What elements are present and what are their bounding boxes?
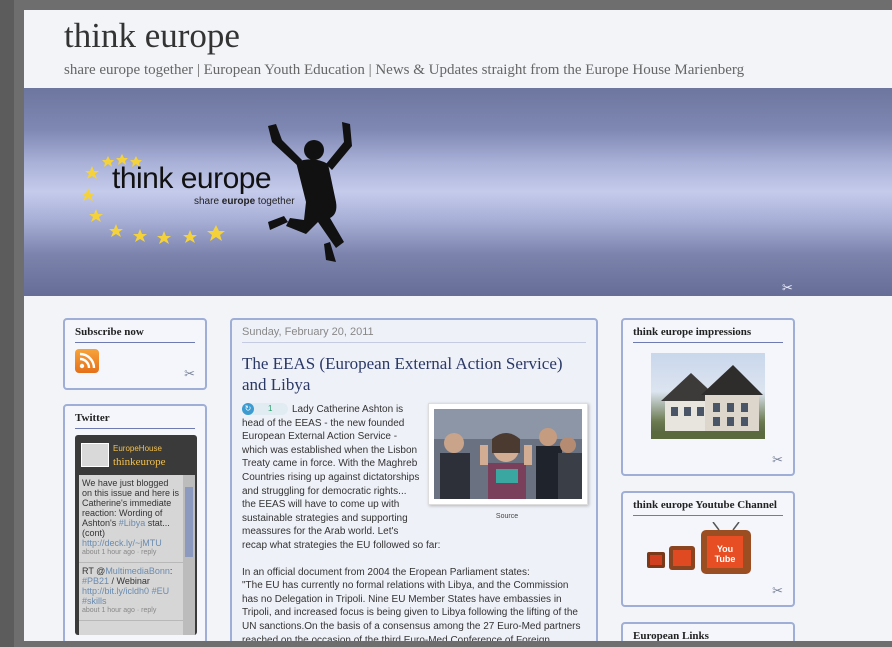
europe-house-photo[interactable] xyxy=(651,353,765,439)
links-widget-title: European Links xyxy=(633,630,783,641)
tweet-link[interactable]: http://deck.ly/~jMTU xyxy=(82,538,162,548)
twitter-avatar[interactable] xyxy=(81,443,109,467)
tweet-link[interactable]: http://bit.ly/icldh0 xyxy=(82,586,149,596)
blog-description: share europe together | European Youth E… xyxy=(64,62,745,78)
tweet-list: We have just blogged on this issue and h… xyxy=(79,475,183,635)
tweet-scrollbar-thumb[interactable] xyxy=(185,487,193,557)
tweet-mention[interactable]: MultimediaBonn xyxy=(105,566,170,576)
post-image-container: Source xyxy=(428,403,588,524)
subscribe-edit-tool-icon[interactable]: ✂ xyxy=(184,366,195,382)
image-caption-link[interactable]: Source xyxy=(428,510,586,524)
youtube-logo: You Tube xyxy=(714,544,736,564)
twitter-feed-box: EuropeHouse thinkeurope We have just blo… xyxy=(75,435,197,635)
post-paragraph: In an official document from 2004 the Er… xyxy=(242,566,530,578)
youtube-widget-title: think europe Youtube Channel xyxy=(633,499,783,516)
jumping-person-silhouette xyxy=(268,122,352,262)
post-paragraph: Lady Catherine Ashton is head of the EEA… xyxy=(242,404,441,551)
tweet-hashtag[interactable]: #PB21 xyxy=(82,576,109,586)
tweet-hashtag[interactable]: #Libya xyxy=(119,518,146,528)
banner-logo-text: think europe xyxy=(112,162,272,195)
impressions-widget-title: think europe impressions xyxy=(633,326,783,343)
twitter-display-name[interactable]: EuropeHouse xyxy=(113,444,162,453)
house-illustration xyxy=(651,365,765,439)
twitter-widget-title: Twitter xyxy=(75,412,195,429)
share-count: 1 xyxy=(268,404,273,414)
twitter-widget: Twitter EuropeHouse thinkeurope We have … xyxy=(63,404,207,641)
share-count-badge[interactable]: ↻ 1 xyxy=(242,403,288,416)
youtube-channel-image[interactable]: You Tube xyxy=(643,521,757,582)
header-banner: think europe share europe together ✂ xyxy=(24,88,892,296)
subscribe-widget: Subscribe now ✂ xyxy=(63,318,207,390)
browser-left-gutter xyxy=(0,0,14,647)
post-date: Sunday, February 20, 2011 xyxy=(242,326,586,343)
twitter-profile-header: EuropeHouse thinkeurope xyxy=(75,435,197,471)
twitter-handle[interactable]: thinkeurope xyxy=(113,456,166,468)
post-image[interactable] xyxy=(428,403,588,505)
post-photo xyxy=(434,409,582,499)
blog-page: think europe share europe together | Eur… xyxy=(24,10,892,641)
tweet-meta: about 1 hour ago · reply xyxy=(82,549,157,556)
blog-post: Sunday, February 20, 2011 The EEAS (Euro… xyxy=(230,318,598,641)
post-paragraph: "The EU has currently no formal relation… xyxy=(242,580,581,641)
post-body: Source ↻ 1 Lady Catherine Ashton is head o… xyxy=(242,403,588,641)
impressions-widget: think europe impressions ✂ xyxy=(621,318,795,476)
banner-edit-tool-icon[interactable]: ✂ xyxy=(782,280,793,296)
links-widget: European Links xyxy=(621,622,795,641)
rss-feed-icon[interactable] xyxy=(75,349,99,373)
tweet-item: We have just blogged on this issue and h… xyxy=(79,475,183,563)
post-title[interactable]: The EEAS (European External Action Servi… xyxy=(242,353,586,395)
impressions-edit-tool-icon[interactable]: ✂ xyxy=(772,452,783,468)
youtube-widget: think europe Youtube Channel You Tube ✂ xyxy=(621,491,795,607)
share-icon: ↻ xyxy=(242,403,254,416)
subscribe-widget-title: Subscribe now xyxy=(75,326,195,343)
photo-people-illustration xyxy=(434,409,582,499)
youtube-edit-tool-icon[interactable]: ✂ xyxy=(772,583,783,599)
tweet-meta: about 1 hour ago · reply xyxy=(82,607,157,614)
tweet-item: RT @MultimediaBonn: #PB21 / Webinar http… xyxy=(79,563,183,621)
tweet-scrollbar[interactable] xyxy=(183,475,195,635)
blog-title[interactable]: think europe xyxy=(64,16,240,56)
youtube-tv-icon xyxy=(647,521,751,574)
rss-glyph-icon xyxy=(79,352,96,369)
